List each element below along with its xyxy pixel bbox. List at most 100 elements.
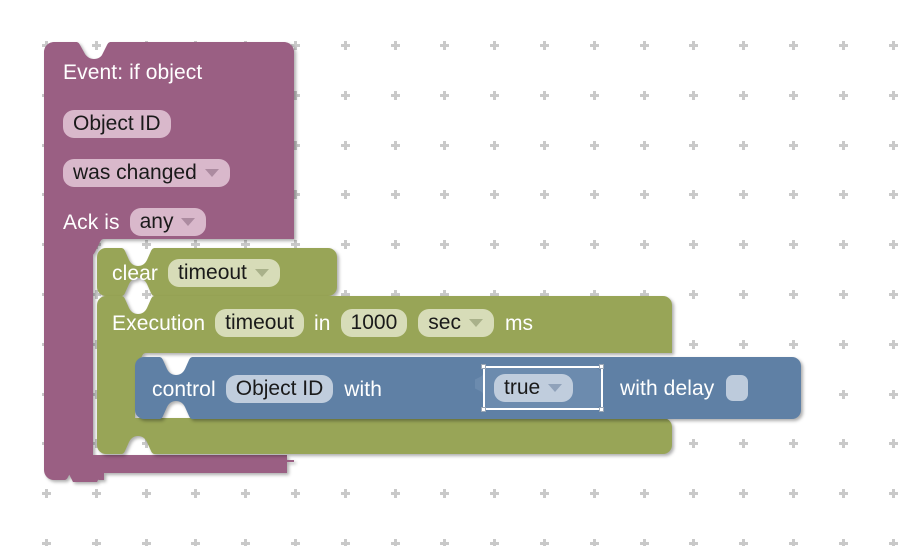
cross-icon [590, 41, 599, 50]
clear-verb-label: clear [112, 261, 159, 285]
selection-handle-br [599, 407, 604, 412]
clear-target-dropdown-label: timeout [178, 261, 247, 284]
cross-icon [191, 489, 200, 498]
cross-icon [590, 489, 599, 498]
event-trigger-dropdown-label: was changed [73, 161, 197, 184]
cross-icon [92, 489, 101, 498]
cross-icon [440, 91, 449, 100]
event-ack-row: Ack is any [63, 208, 207, 236]
cross-icon [640, 41, 649, 50]
cross-icon [341, 240, 350, 249]
cross-icon [789, 489, 798, 498]
cross-icon [341, 190, 350, 199]
cross-icon [640, 141, 649, 150]
cross-icon [640, 240, 649, 249]
selection-handle-tl [481, 364, 486, 369]
cross-icon [241, 539, 250, 546]
cross-icon [689, 290, 698, 299]
event-object-id-field[interactable]: Object ID [63, 110, 171, 138]
chevron-down-icon [181, 217, 196, 226]
cross-icon [341, 489, 350, 498]
cross-icon [391, 539, 400, 546]
cross-icon [490, 91, 499, 100]
cross-icon [889, 439, 898, 448]
cross-icon [490, 190, 499, 199]
cross-icon [739, 41, 748, 50]
cross-icon [590, 190, 599, 199]
event-ack-dropdown-label: any [139, 210, 174, 233]
selection-handle-bl [481, 407, 486, 412]
cross-icon [540, 41, 549, 50]
cross-icon [590, 91, 599, 100]
cross-icon [889, 190, 898, 199]
cross-icon [689, 41, 698, 50]
execution-kind-field-label: timeout [225, 311, 294, 334]
cross-icon [490, 41, 499, 50]
cross-icon [440, 190, 449, 199]
cross-icon [689, 190, 698, 199]
cross-icon [889, 489, 898, 498]
cross-icon [490, 240, 499, 249]
execution-unit-dropdown[interactable]: sec [418, 309, 494, 337]
blockly-workspace[interactable]: Event: if object Object ID was changed A… [0, 0, 920, 546]
event-ack-label: Ack is [63, 210, 120, 234]
cross-icon [889, 91, 898, 100]
control-main-row: control Object ID with [152, 375, 382, 403]
cross-icon [540, 539, 549, 546]
cross-icon [640, 539, 649, 546]
cross-icon [839, 439, 848, 448]
cross-icon [142, 539, 151, 546]
control-object-id-field-label: Object ID [235, 377, 324, 400]
cross-icon [590, 141, 599, 150]
cross-icon [590, 240, 599, 249]
control-value-dropdown[interactable]: true [494, 374, 574, 402]
chevron-down-icon [548, 383, 563, 392]
clear-timeout-block[interactable]: clear timeout [97, 248, 337, 296]
cross-icon [689, 91, 698, 100]
cross-icon [540, 91, 549, 100]
cross-icon [839, 390, 848, 399]
cross-icon [839, 489, 848, 498]
control-value-dropdown-label: true [504, 376, 541, 399]
cross-icon [739, 539, 748, 546]
cross-icon [640, 91, 649, 100]
event-trigger-dropdown[interactable]: was changed [63, 159, 230, 187]
cross-icon [490, 539, 499, 546]
cross-icon [789, 190, 798, 199]
cross-icon [739, 489, 748, 498]
cross-icon [391, 190, 400, 199]
execution-kind-field[interactable]: timeout [215, 309, 304, 337]
cross-icon [42, 489, 51, 498]
execution-unit-dropdown-label: sec [428, 311, 461, 334]
cross-icon [341, 91, 350, 100]
cross-icon [789, 141, 798, 150]
event-trigger-row: was changed [63, 159, 230, 187]
cross-icon [789, 240, 798, 249]
cross-icon [540, 489, 549, 498]
clear-target-dropdown[interactable]: timeout [168, 259, 280, 287]
chevron-down-icon [254, 268, 269, 277]
control-delay-checkbox[interactable] [726, 375, 749, 401]
cross-icon [739, 190, 748, 199]
cross-icon [889, 290, 898, 299]
cross-icon [789, 290, 798, 299]
cross-icon [590, 539, 599, 546]
control-verb-label: control [152, 377, 216, 401]
control-object-id-field[interactable]: Object ID [225, 375, 334, 403]
cross-icon [789, 91, 798, 100]
chevron-down-icon [204, 168, 219, 177]
cross-icon [92, 539, 101, 546]
control-object-block[interactable]: control Object ID with true with delay [135, 357, 801, 419]
execution-duration-field[interactable]: 1000 [340, 309, 408, 337]
cross-icon [241, 489, 250, 498]
cross-icon [789, 340, 798, 349]
cross-icon [540, 240, 549, 249]
cross-icon [739, 439, 748, 448]
cross-icon [440, 539, 449, 546]
control-value-socket[interactable]: true [471, 363, 604, 413]
cross-icon [739, 141, 748, 150]
cross-icon [889, 41, 898, 50]
event-ack-dropdown[interactable]: any [129, 208, 207, 236]
cross-icon [739, 340, 748, 349]
cross-icon [839, 141, 848, 150]
